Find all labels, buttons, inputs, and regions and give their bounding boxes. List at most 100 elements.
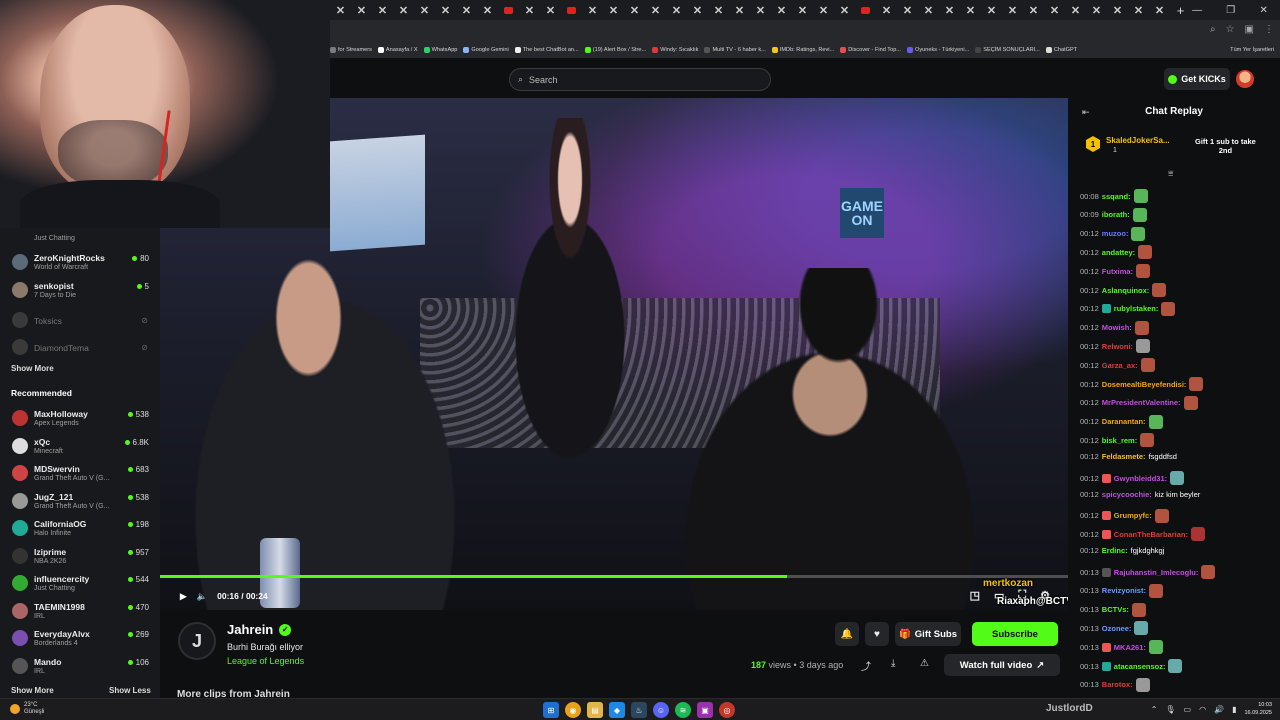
bookmark-item[interactable]: The best ChatBot an... (514, 47, 579, 53)
discord-icon[interactable]: ☺ (653, 702, 669, 718)
chat-username[interactable]: DosemealtiBeyefendisi: (1102, 380, 1187, 389)
mic-icon[interactable]: 🎙 (1165, 705, 1175, 714)
gift-leaderboard[interactable]: 1 SkaledJokerSa... 1 Gift 1 sub to take … (1080, 132, 1276, 162)
steam-icon[interactable]: ♨ (631, 702, 647, 718)
bookmark-item[interactable]: (19) Alert Box / Stre... (584, 47, 646, 53)
chat-username[interactable]: Relwoni: (1102, 342, 1133, 351)
minimize-icon[interactable]: — (1192, 5, 1202, 16)
chat-username[interactable]: Barotox: (1102, 680, 1133, 689)
chat-username[interactable]: spicycoochie: (1102, 490, 1152, 499)
chat-username[interactable]: ConanTheBarbarian: (1114, 530, 1188, 539)
browser-tab[interactable]: ✕ (624, 0, 645, 20)
chat-username[interactable]: Garza_ax: (1102, 361, 1138, 370)
browser-tab[interactable]: ✕ (687, 0, 708, 20)
browser-tab[interactable]: ✕ (876, 0, 897, 20)
network-icon[interactable]: ▭ (1184, 705, 1192, 714)
sidebar-item-offline[interactable]: Toksics ⊘ (0, 308, 160, 336)
bookmark-item[interactable]: Multi TV - 6 haber k... (704, 47, 766, 53)
browser-tab[interactable] (498, 0, 519, 20)
star-icon[interactable]: ☆ (1226, 24, 1235, 35)
chat-username[interactable]: Erdinc: (1102, 546, 1128, 555)
browser-tab[interactable]: ✕ (351, 0, 372, 20)
browser-tab[interactable] (561, 0, 582, 20)
pip-icon[interactable]: ◳ (970, 589, 980, 602)
chat-username[interactable]: ssqand: (1102, 192, 1131, 201)
channel-name[interactable]: Jahrein ✓ (227, 622, 292, 637)
user-avatar[interactable] (1236, 70, 1254, 88)
progress-bar[interactable] (160, 575, 1068, 578)
browser-tab[interactable]: ✕ (1002, 0, 1023, 20)
browser-tab[interactable] (855, 0, 876, 20)
sidebar-item-channel[interactable]: influencercity Just Chatting 544 (0, 571, 160, 599)
sidebar-item-channel[interactable]: xQc Minecraft 6.8K (0, 434, 160, 462)
sidebar-item-channel[interactable]: EverydayAlvx Borderlands 4 269 (0, 626, 160, 654)
browser-tab[interactable]: ✕ (372, 0, 393, 20)
share-icon[interactable]: ⤴ (861, 658, 871, 673)
chat-username[interactable]: Ozonee: (1102, 624, 1132, 633)
browser-tab[interactable]: ✕ (897, 0, 918, 20)
browser-tab[interactable]: ✕ (645, 0, 666, 20)
close-icon[interactable]: ✕ (1259, 5, 1267, 16)
get-kicks-button[interactable]: Get KICKs (1164, 68, 1230, 90)
menu-icon[interactable]: ⋮ (1264, 24, 1274, 35)
category-link[interactable]: League of Legends (227, 656, 304, 666)
battery-icon[interactable]: ▮ (1232, 705, 1236, 714)
bookmark-item[interactable]: Anasayfa / X (377, 47, 418, 53)
show-more-recommended-button[interactable]: Show More (11, 686, 54, 695)
chat-username[interactable]: bisk_rem: (1102, 436, 1137, 445)
browser-tab[interactable]: ✕ (456, 0, 477, 20)
windows-start-icon[interactable]: ⊞ (543, 702, 559, 718)
channel-avatar[interactable]: J (178, 622, 216, 660)
browser-tab[interactable]: ✕ (435, 0, 456, 20)
chat-username[interactable]: Daranantan: (1102, 417, 1146, 426)
wifi-icon[interactable]: ◠ (1199, 705, 1206, 714)
sidebar-item-channel[interactable]: Iziprime NBA 2K26 957 (0, 544, 160, 572)
browser-tab[interactable]: ✕ (540, 0, 561, 20)
chat-username[interactable]: Grumpyfc: (1114, 511, 1152, 520)
bookmark-item[interactable]: for Streamers (330, 47, 372, 53)
show-more-button[interactable]: Show More (11, 364, 54, 373)
extensions-icon[interactable]: ▣ (1245, 24, 1254, 35)
browser-tab[interactable]: ✕ (1044, 0, 1065, 20)
browser-tab[interactable]: ✕ (771, 0, 792, 20)
chat-username[interactable]: BCTVs: (1102, 605, 1129, 614)
filter-icon[interactable]: ⩸ (1168, 168, 1173, 179)
browser-tab[interactable]: ✕ (330, 0, 351, 20)
chrome-icon[interactable]: ◉ (565, 702, 581, 718)
browser-tab[interactable]: ✕ (960, 0, 981, 20)
chat-username[interactable]: atacansensoz: (1114, 662, 1166, 671)
browser-tab[interactable]: ✕ (813, 0, 834, 20)
chat-username[interactable]: Feldasmete: (1102, 452, 1146, 461)
show-less-button[interactable]: Show Less (109, 686, 151, 695)
all-bookmarks[interactable]: Tüm Yer İşaretleri (1230, 47, 1274, 53)
volume-icon[interactable]: 🔈 (197, 591, 208, 602)
browser-tab[interactable]: ✕ (603, 0, 624, 20)
bookmark-item[interactable]: Windy: Sıcaklık (652, 47, 698, 53)
bookmark-item[interactable]: SEÇİM SONUÇLARI... (975, 47, 1040, 53)
chat-username[interactable]: andattey: (1102, 248, 1135, 257)
sidebar-item-channel[interactable]: MaxHolloway Apex Legends 538 (0, 406, 160, 434)
bookmark-item[interactable]: Discover - Find Top... (840, 47, 901, 53)
weather-widget[interactable]: 23°C Güneşli (10, 702, 44, 716)
search-input[interactable]: ⌕ Search (509, 68, 771, 91)
clock[interactable]: 10:03 16.09.2025 (1244, 701, 1272, 717)
chat-username[interactable]: Aslanquinox: (1102, 286, 1150, 295)
sidebar-item-channel[interactable]: ZeroKnightRocks World of Warcraft 80 (0, 250, 160, 278)
chat-username[interactable]: rubylstaken: (1114, 304, 1159, 313)
browser-tab[interactable]: ✕ (519, 0, 540, 20)
sidebar-item-channel[interactable]: CaliforniaOG Halo Infinite 198 (0, 516, 160, 544)
browser-tab[interactable]: ✕ (939, 0, 960, 20)
chat-username[interactable]: Rajuhanstin_Imlecoglu: (1114, 568, 1199, 577)
sidebar-item-channel[interactable]: MDSwervin Grand Theft Auto V (G... 683 (0, 461, 160, 489)
browser-tab[interactable]: ✕ (729, 0, 750, 20)
app-icon[interactable]: ◎ (719, 702, 735, 718)
browser-tab[interactable]: ✕ (1065, 0, 1086, 20)
notification-bell-button[interactable]: 🔔 (835, 622, 859, 646)
obs-icon[interactable]: ▣ (697, 702, 713, 718)
bookmark-item[interactable]: Oyuneks - Türkiyeni... (906, 47, 969, 53)
chat-username[interactable]: iborath: (1102, 210, 1130, 219)
subscribe-button[interactable]: Subscribe (972, 622, 1058, 646)
bookmark-item[interactable]: WhatsApp (423, 47, 457, 53)
watch-full-video-button[interactable]: Watch full video ↗ (944, 654, 1060, 676)
restore-icon[interactable]: ❐ (1226, 5, 1235, 16)
